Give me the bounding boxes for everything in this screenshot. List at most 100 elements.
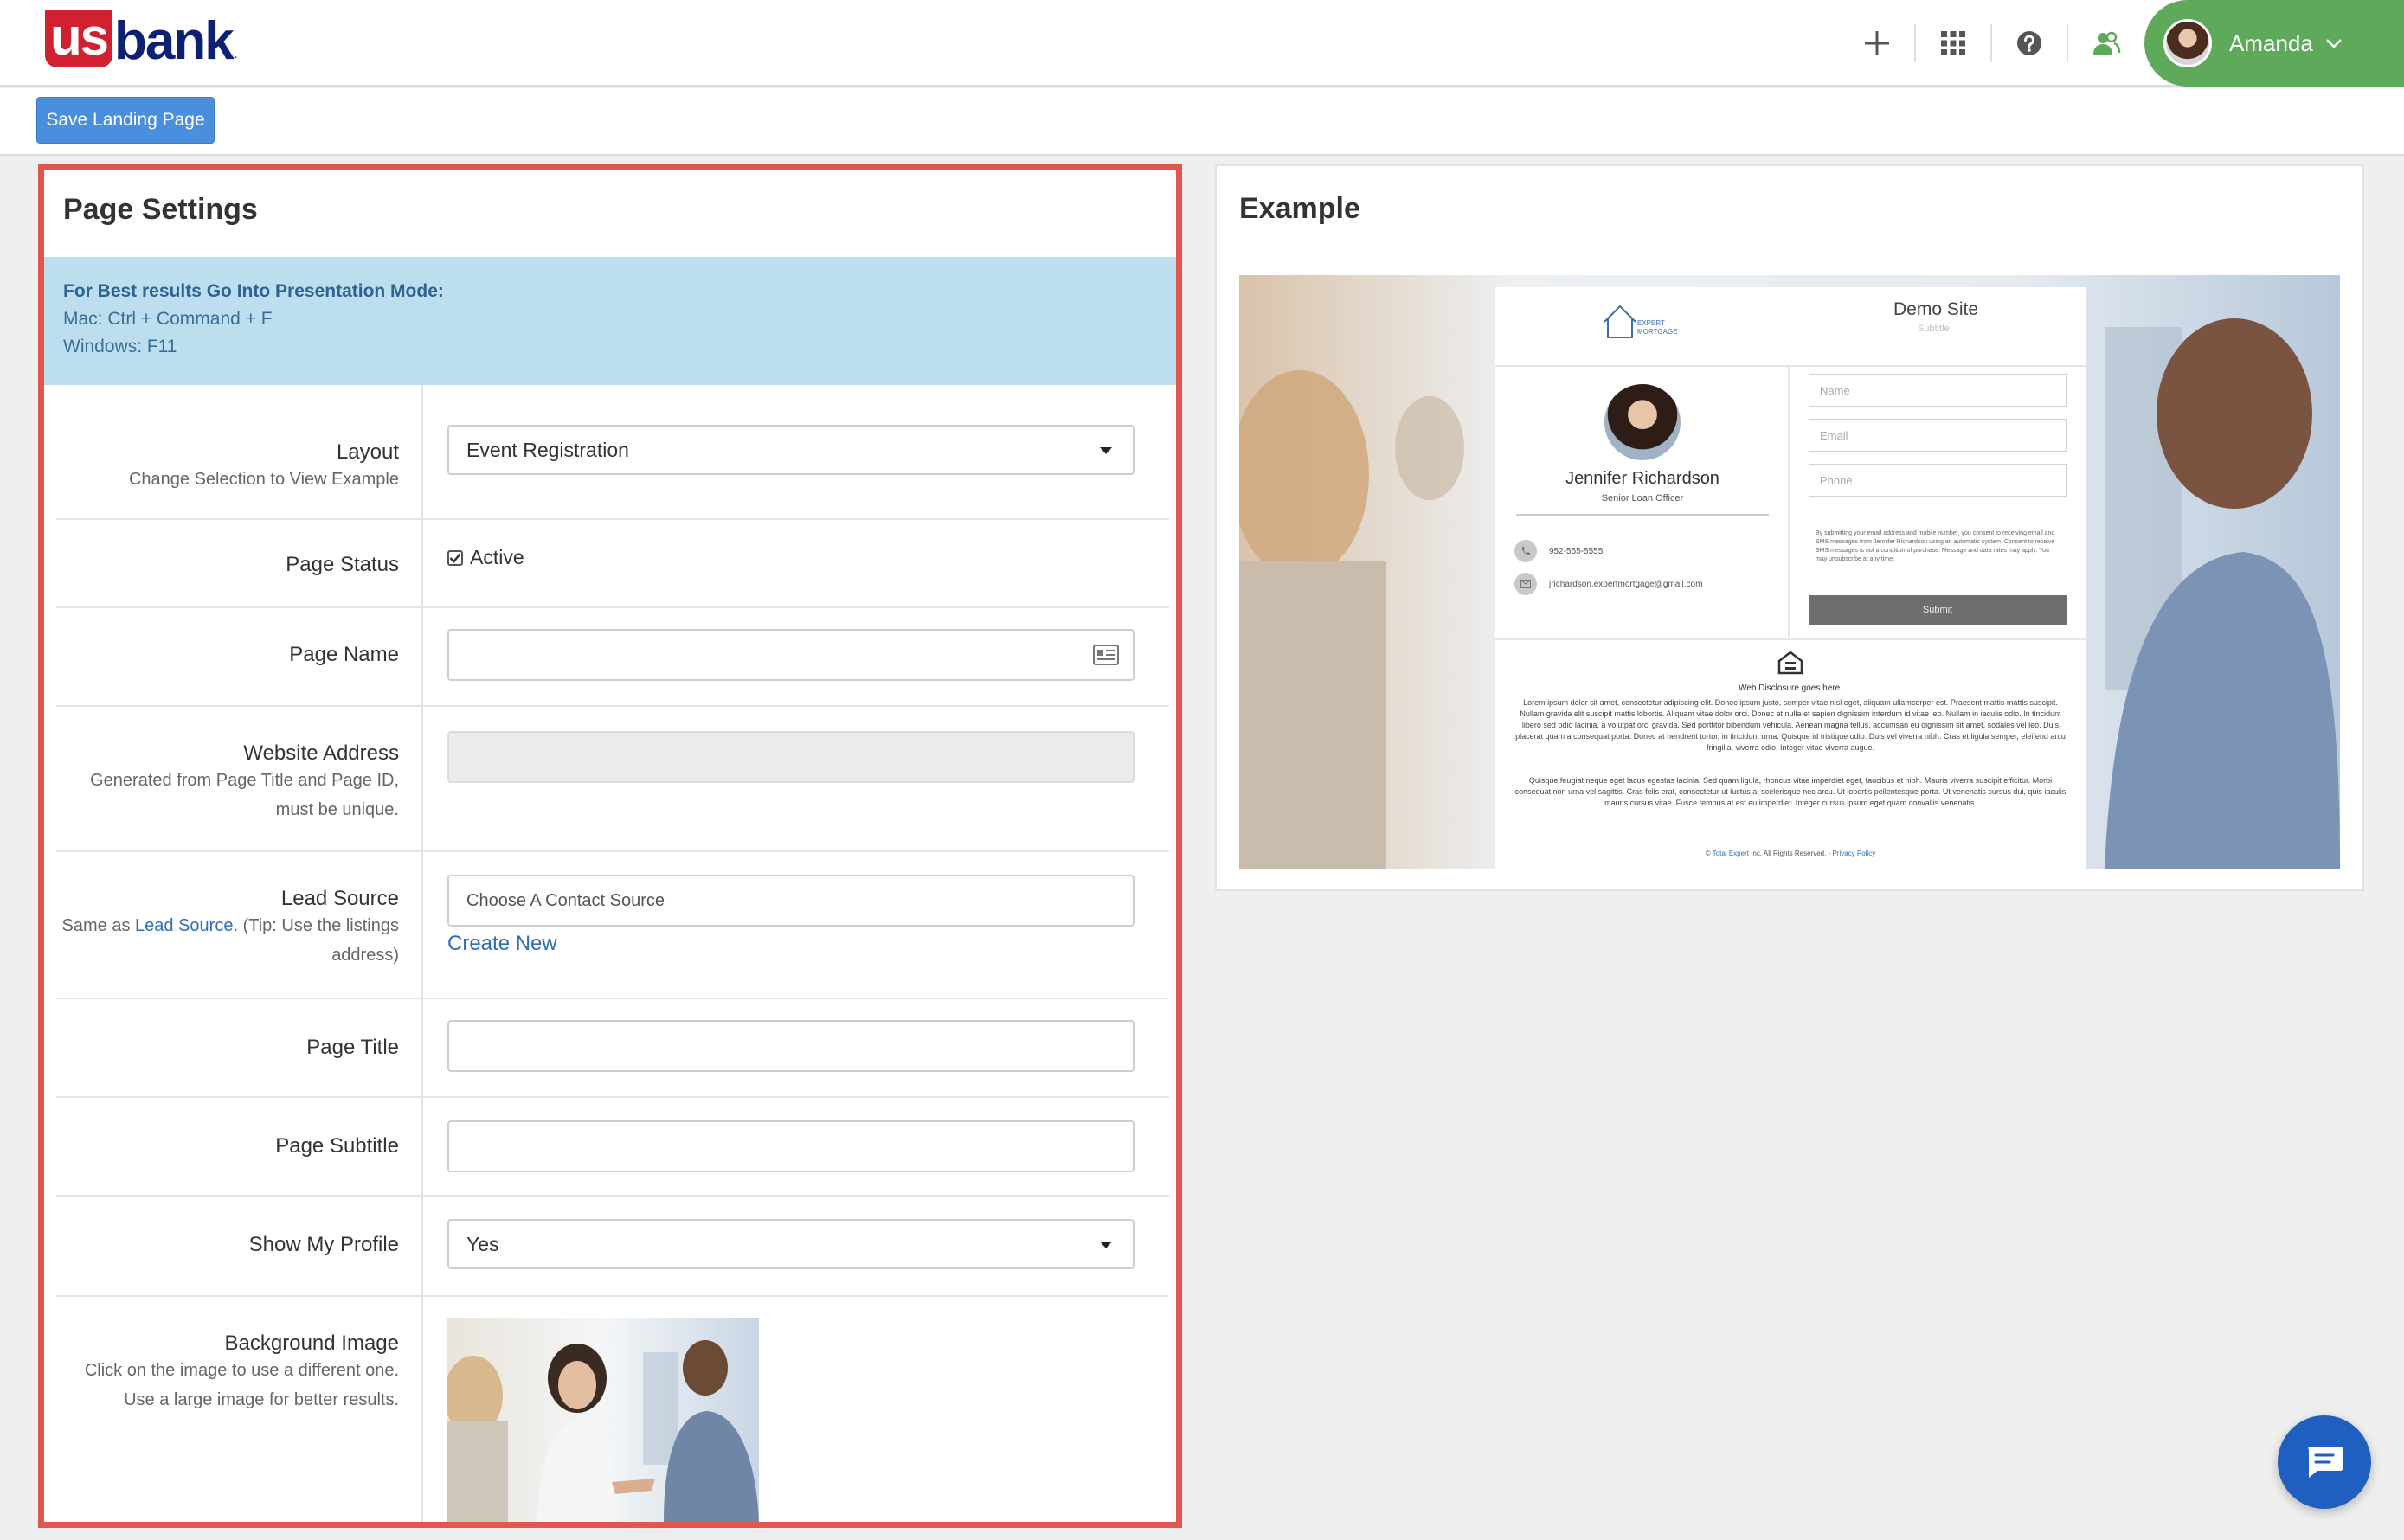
add-button[interactable] — [1840, 24, 1916, 62]
avatar — [2163, 19, 2212, 67]
help-button[interactable] — [1992, 24, 2068, 62]
disclosure-title: Web Disclosure goes here. — [1739, 683, 1842, 693]
page-subtitle-control-cell — [423, 1098, 1169, 1195]
lead-source-label: Lead Source — [280, 887, 399, 910]
footer-privacy-link: Privacy Policy — [1832, 850, 1876, 857]
apps-button[interactable] — [1916, 24, 1992, 62]
logo-mortgage-text: MORTGAGE — [1637, 328, 1678, 336]
usbank-logo[interactable]: us bank . — [45, 10, 238, 71]
demo-legal-text: By submitting your email address and mob… — [1816, 530, 2055, 562]
demo-email-field: Email — [1809, 419, 2067, 452]
profile-title: Senior Loan Officer — [1601, 493, 1684, 504]
contact-card-icon — [1093, 645, 1119, 665]
page-status-label-cell: Page Status — [56, 520, 423, 606]
contacts-button[interactable] — [2068, 24, 2144, 62]
website-address-label-cell: Website Address Generated from Page Titl… — [56, 707, 423, 850]
background-image-thumbnail[interactable] — [447, 1318, 759, 1522]
page-name-row: Page Name — [56, 608, 1169, 707]
demo-form-column: Name Email Phone By submitting your emai… — [1809, 367, 2068, 637]
page-settings-title: Page Settings — [63, 193, 258, 226]
demo-name-field: Name — [1809, 374, 2067, 407]
footer-total-expert-link: Total Expert — [1712, 850, 1749, 857]
page-name-label: Page Name — [289, 643, 399, 666]
presentation-mode-notice: For Best results Go Into Presentation Mo… — [44, 257, 1176, 385]
caret-down-icon — [1100, 1242, 1112, 1248]
plus-icon — [1865, 31, 1889, 55]
demo-phone-placeholder: Phone — [1820, 473, 1853, 487]
page-name-input[interactable] — [447, 629, 1135, 681]
website-address-control-cell — [423, 707, 1169, 850]
page-status-control-cell: Active — [423, 520, 1169, 606]
active-checkbox-wrap[interactable]: Active — [447, 546, 524, 569]
demo-footer: © Total Expert Inc. All Rights Reserved.… — [1495, 850, 2086, 857]
footer-prefix: © — [1705, 850, 1713, 857]
example-title: Example — [1239, 192, 1360, 225]
demo-name-placeholder: Name — [1820, 383, 1850, 397]
phone-icon — [1514, 540, 1537, 562]
checkmark-icon — [449, 553, 461, 563]
contact-source-placeholder: Choose A Contact Source — [466, 890, 665, 910]
background-image-control-cell — [423, 1297, 1169, 1522]
background-image-row: Background Image Click on the image to u… — [56, 1297, 1169, 1522]
page-name-control-cell — [423, 608, 1169, 705]
lead-source-sub-prefix: Same as — [61, 916, 136, 935]
page-title-label-cell: Page Title — [56, 999, 423, 1096]
demo-site-title: Demo Site — [1893, 299, 1979, 319]
background-image-sublabel-1: Click on the image to use a different on… — [84, 1361, 399, 1380]
example-panel: Example EXPERT MORTGAGE Demo Site Subtit… — [1215, 164, 2364, 891]
page-title-label: Page Title — [306, 1036, 399, 1059]
page-subtitle-input[interactable] — [447, 1120, 1135, 1172]
layout-label: Layout — [336, 440, 399, 464]
website-address-sublabel-1: Generated from Page Title and Page ID, — [90, 771, 399, 790]
user-menu[interactable]: Amanda — [2144, 0, 2404, 87]
website-address-row: Website Address Generated from Page Titl… — [56, 707, 1169, 852]
logo-us: us — [45, 10, 113, 67]
show-profile-select[interactable]: Yes — [447, 1219, 1135, 1269]
profile-name: Jennifer Richardson — [1565, 469, 1719, 488]
lead-source-control-cell: Choose A Contact Source Create New — [423, 852, 1169, 998]
create-new-link[interactable]: Create New — [447, 932, 557, 956]
active-checkbox[interactable] — [447, 549, 463, 566]
contact-source-input[interactable]: Choose A Contact Source — [447, 875, 1135, 927]
page-title-control-cell — [423, 999, 1169, 1096]
people-icon — [2093, 31, 2121, 55]
page-status-row: Page Status Active — [56, 520, 1169, 608]
disclosure-paragraph-1: Lorem ipsum dolor sit amet, consectetur … — [1515, 698, 2066, 752]
page-name-label-cell: Page Name — [56, 608, 423, 705]
lead-source-link[interactable]: Lead Source — [135, 916, 233, 935]
chat-button[interactable] — [2278, 1415, 2371, 1509]
website-address-label: Website Address — [243, 741, 399, 765]
header-actions — [1840, 0, 2144, 87]
page-settings-panel: Page Settings For Best results Go Into P… — [38, 164, 1182, 1528]
profile-email-row: jrichardson.expertmortgage@gmail.com — [1514, 573, 1702, 595]
demo-submit-button: Submit — [1809, 595, 2067, 625]
save-landing-page-button[interactable]: Save Landing Page — [36, 97, 215, 144]
background-image-sublabel-2: Use a large image for better results. — [124, 1390, 399, 1409]
notice-windows: Windows: F11 — [63, 337, 177, 356]
lead-source-sub-suffix: . (Tip: Use the listings — [233, 916, 399, 935]
toolbar: Save Landing Page — [0, 88, 2404, 156]
logo-bank: bank — [114, 11, 235, 71]
house-logo-icon: EXPERT MORTGAGE — [1604, 305, 1678, 338]
caret-down-icon — [1100, 447, 1112, 454]
layout-select[interactable]: Event Registration — [447, 425, 1135, 475]
chat-icon — [2308, 1447, 2343, 1478]
demo-header: EXPERT MORTGAGE Demo Site Subtitle — [1495, 287, 2086, 367]
demo-profile-column: Jennifer Richardson Senior Loan Officer … — [1495, 367, 1790, 637]
equal-housing-icon — [1777, 651, 1803, 675]
active-checkbox-label: Active — [470, 546, 524, 568]
demo-email-placeholder: Email — [1820, 428, 1848, 442]
notice-title: For Best results Go Into Presentation Mo… — [63, 281, 444, 301]
layout-select-value: Event Registration — [466, 438, 629, 461]
demo-phone-field: Phone — [1809, 464, 2067, 497]
show-profile-row: Show My Profile Yes — [56, 1197, 1169, 1297]
page-subtitle-label-cell: Page Subtitle — [56, 1098, 423, 1195]
show-profile-label-cell: Show My Profile — [56, 1197, 423, 1295]
profile-phone: 952-555-5555 — [1549, 546, 1604, 556]
page-status-label: Page Status — [286, 553, 399, 576]
profile-photo — [1604, 384, 1681, 460]
show-profile-label: Show My Profile — [248, 1233, 399, 1256]
page-subtitle-row: Page Subtitle — [56, 1098, 1169, 1197]
logo-dot: . — [234, 47, 238, 61]
page-title-input[interactable] — [447, 1020, 1135, 1072]
